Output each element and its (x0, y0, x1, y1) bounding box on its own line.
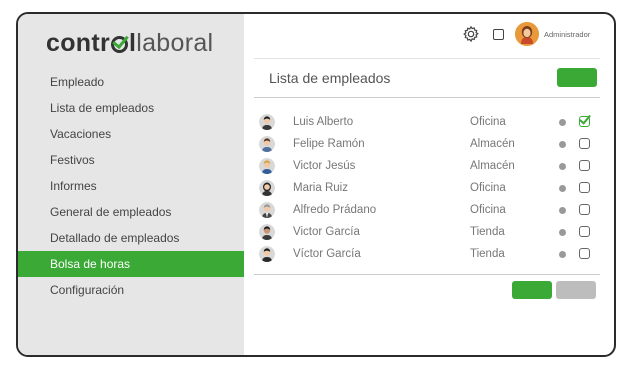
sidebar-item-empleado[interactable]: Empleado (18, 69, 244, 95)
row-checkbox[interactable] (579, 138, 590, 149)
sidebar-item-label: Bolsa de horas (50, 257, 131, 271)
sidebar-item-configuracion[interactable]: Configuración (18, 277, 244, 303)
employee-name: Alfredo Prádano (293, 204, 377, 216)
sidebar-item-label: Detallado de empleados (50, 231, 180, 245)
square-icon[interactable] (493, 29, 504, 40)
sidebar-item-label: Festivos (50, 153, 95, 167)
sidebar-item-festivos[interactable]: Festivos (18, 147, 244, 173)
employee-department: Oficina (470, 204, 506, 216)
row-checkbox[interactable] (579, 116, 590, 127)
top-bar: Administrador (244, 14, 614, 56)
avatar-woman-icon (515, 22, 539, 46)
avatar-man-icon (259, 246, 275, 262)
employee-name: Maria Ruiz (293, 182, 348, 194)
sidebar-item-label: Configuración (50, 283, 125, 297)
status-dot (559, 119, 566, 126)
employee-department: Tienda (470, 226, 505, 238)
employee-name: Victor García (293, 226, 360, 238)
employee-department: Oficina (470, 182, 506, 194)
user-name-label: Administrador (544, 30, 591, 39)
avatar-man-icon (259, 158, 275, 174)
avatar-man-icon (259, 202, 275, 218)
row-checkbox[interactable] (579, 160, 590, 171)
employee-name: Felipe Ramón (293, 138, 365, 150)
sidebar-nav: Empleado Lista de empleados Vacaciones F… (18, 69, 244, 303)
status-dot (559, 163, 566, 170)
brand-logo: contr l laboral (46, 26, 213, 60)
status-dot (559, 141, 566, 148)
logo-text-bold-end: l (129, 28, 137, 57)
sidebar-item-label: Lista de empleados (50, 101, 155, 115)
sidebar-item-general-de-empleados[interactable]: General de empleados (18, 199, 244, 225)
list-header: Lista de empleados (254, 58, 600, 98)
list-item[interactable]: Victor García Tienda (254, 221, 600, 243)
list-item[interactable]: Victor Jesús Almacén (254, 155, 600, 177)
list-item[interactable]: Felipe Ramón Almacén (254, 133, 600, 155)
status-dot (559, 207, 566, 214)
employee-department: Almacén (470, 138, 515, 150)
logo-text-bold: contr (46, 28, 110, 57)
list-item[interactable]: Luis Alberto Oficina (254, 111, 600, 133)
employee-department: Almacén (470, 160, 515, 172)
employee-department: Tienda (470, 248, 505, 260)
app-window: contr l laboral Empleado Lista de empleado… (16, 12, 616, 357)
sidebar-item-bolsa-de-horas[interactable]: Bolsa de horas (18, 251, 244, 277)
list-item[interactable]: Alfredo Prádano Oficina (254, 199, 600, 221)
sidebar-item-detallado-de-empleados[interactable]: Detallado de empleados (18, 225, 244, 251)
sidebar-item-vacaciones[interactable]: Vacaciones (18, 121, 244, 147)
check-logo-icon (111, 36, 128, 53)
sidebar-item-label: Informes (50, 179, 97, 193)
status-dot (559, 229, 566, 236)
list-item[interactable]: Maria Ruiz Oficina (254, 177, 600, 199)
avatar-man-icon (259, 114, 275, 130)
employee-department: Oficina (470, 116, 506, 128)
sidebar-item-informes[interactable]: Informes (18, 173, 244, 199)
status-dot (559, 251, 566, 258)
employee-list: Luis Alberto Oficina Felipe Ramón Almacé… (254, 111, 600, 265)
avatar-man-icon (259, 136, 275, 152)
employee-name: Víctor García (293, 248, 361, 260)
accept-button[interactable] (512, 281, 552, 299)
list-item[interactable]: Víctor García Tienda (254, 243, 600, 265)
logo-text-light: laboral (136, 28, 214, 57)
row-checkbox[interactable] (579, 182, 590, 193)
user-avatar[interactable] (515, 22, 539, 46)
add-button[interactable] (557, 68, 597, 87)
status-dot (559, 185, 566, 192)
employee-name: Victor Jesús (293, 160, 356, 172)
sidebar-item-label: General de empleados (50, 205, 172, 219)
cancel-button[interactable] (556, 281, 596, 299)
page-title: Lista de empleados (269, 70, 391, 86)
sidebar-item-label: Empleado (50, 75, 105, 89)
sidebar-item-lista-de-empleados[interactable]: Lista de empleados (18, 95, 244, 121)
avatar-woman-icon (259, 180, 275, 196)
avatar-man-icon (259, 224, 275, 240)
divider (254, 274, 600, 275)
sidebar-item-label: Vacaciones (50, 127, 112, 141)
row-checkbox[interactable] (579, 226, 590, 237)
sidebar: contr l laboral Empleado Lista de empleado… (18, 14, 244, 355)
gear-icon[interactable] (462, 25, 480, 43)
employee-name: Luis Alberto (293, 116, 354, 128)
row-checkbox[interactable] (579, 248, 590, 259)
row-checkbox[interactable] (579, 204, 590, 215)
